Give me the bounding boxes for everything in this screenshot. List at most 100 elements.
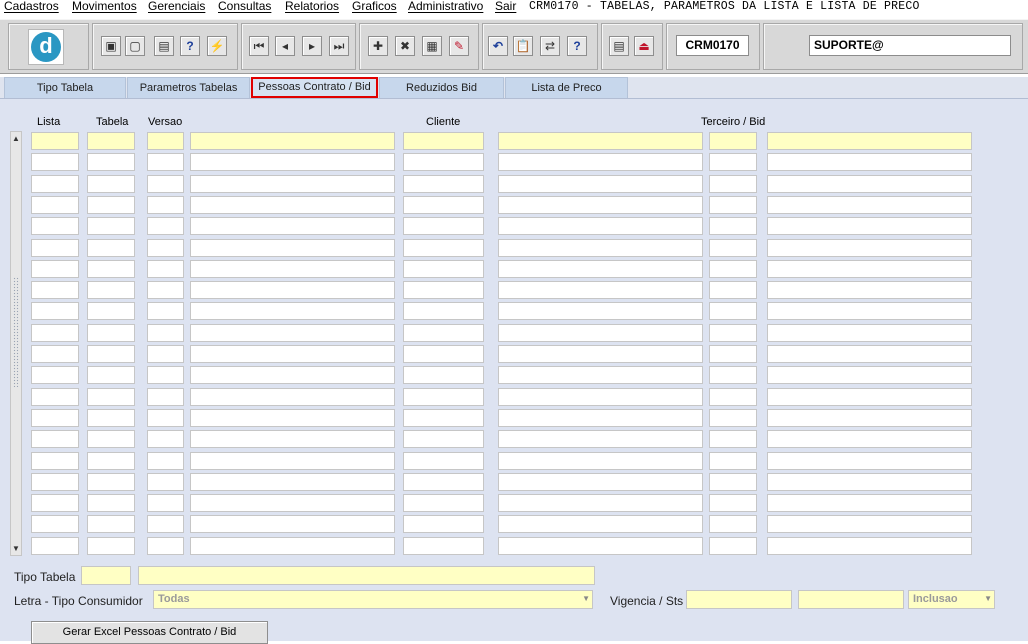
menu-sair[interactable]: Sair bbox=[495, 0, 516, 14]
cell-terceiro-nome[interactable] bbox=[767, 281, 972, 299]
clipboard-icon[interactable]: 📋 bbox=[513, 36, 533, 56]
cell-lista[interactable] bbox=[31, 345, 79, 363]
cell-versao[interactable] bbox=[147, 345, 184, 363]
scroll-grip[interactable] bbox=[13, 277, 19, 387]
cell-descricao[interactable] bbox=[190, 281, 395, 299]
cell-terceiro-nome[interactable] bbox=[767, 473, 972, 491]
help-icon[interactable]: ? bbox=[567, 36, 587, 56]
cell-tabela[interactable] bbox=[87, 175, 135, 193]
cell-terceiro-codigo[interactable] bbox=[709, 452, 757, 470]
cell-cliente-nome[interactable] bbox=[498, 366, 703, 384]
cell-cliente-nome[interactable] bbox=[498, 345, 703, 363]
cell-cliente-nome[interactable] bbox=[498, 515, 703, 533]
cell-versao[interactable] bbox=[147, 409, 184, 427]
cell-versao[interactable] bbox=[147, 281, 184, 299]
status-select[interactable]: Inclusao ▼ bbox=[908, 590, 995, 609]
cell-lista[interactable] bbox=[31, 430, 79, 448]
cell-tabela[interactable] bbox=[87, 388, 135, 406]
vigencia-end-field[interactable] bbox=[798, 590, 904, 609]
cell-terceiro-codigo[interactable] bbox=[709, 537, 757, 555]
cell-tabela[interactable] bbox=[87, 430, 135, 448]
cell-cliente-codigo[interactable] bbox=[403, 153, 484, 171]
scroll-up-icon[interactable]: ▲ bbox=[11, 133, 21, 145]
cell-terceiro-codigo[interactable] bbox=[709, 153, 757, 171]
cell-cliente-nome[interactable] bbox=[498, 473, 703, 491]
cell-versao[interactable] bbox=[147, 324, 184, 342]
cell-lista[interactable] bbox=[31, 281, 79, 299]
cell-cliente-codigo[interactable] bbox=[403, 239, 484, 257]
cell-terceiro-nome[interactable] bbox=[767, 409, 972, 427]
cell-cliente-codigo[interactable] bbox=[403, 366, 484, 384]
cell-tabela[interactable] bbox=[87, 196, 135, 214]
menu-administrativo[interactable]: Administrativo bbox=[408, 0, 483, 14]
record-info-icon[interactable]: ⇄ bbox=[540, 36, 560, 56]
cell-lista[interactable] bbox=[31, 196, 79, 214]
cell-tabela[interactable] bbox=[87, 260, 135, 278]
cell-terceiro-codigo[interactable] bbox=[709, 345, 757, 363]
cell-descricao[interactable] bbox=[190, 153, 395, 171]
cell-tabela[interactable] bbox=[87, 132, 135, 150]
cell-terceiro-codigo[interactable] bbox=[709, 302, 757, 320]
cell-lista[interactable] bbox=[31, 388, 79, 406]
cell-terceiro-nome[interactable] bbox=[767, 302, 972, 320]
cell-cliente-nome[interactable] bbox=[498, 452, 703, 470]
cell-descricao[interactable] bbox=[190, 473, 395, 491]
menu-relatorios[interactable]: Relatorios bbox=[285, 0, 339, 14]
cell-terceiro-codigo[interactable] bbox=[709, 430, 757, 448]
cell-tabela[interactable] bbox=[87, 473, 135, 491]
cell-terceiro-nome[interactable] bbox=[767, 452, 972, 470]
cell-terceiro-codigo[interactable] bbox=[709, 175, 757, 193]
cell-lista[interactable] bbox=[31, 239, 79, 257]
chevron-down-icon[interactable]: ▼ bbox=[582, 594, 590, 603]
cell-cliente-nome[interactable] bbox=[498, 537, 703, 555]
cell-terceiro-nome[interactable] bbox=[767, 388, 972, 406]
cell-descricao[interactable] bbox=[190, 260, 395, 278]
cell-cliente-codigo[interactable] bbox=[403, 260, 484, 278]
cell-cliente-nome[interactable] bbox=[498, 388, 703, 406]
cell-descricao[interactable] bbox=[190, 196, 395, 214]
cell-cliente-nome[interactable] bbox=[498, 239, 703, 257]
cell-cliente-nome[interactable] bbox=[498, 281, 703, 299]
cell-tabela[interactable] bbox=[87, 153, 135, 171]
cell-cliente-codigo[interactable] bbox=[403, 196, 484, 214]
cell-tabela[interactable] bbox=[87, 281, 135, 299]
menu-graficos[interactable]: Graficos bbox=[352, 0, 397, 14]
cell-tabela[interactable] bbox=[87, 217, 135, 235]
cell-terceiro-nome[interactable] bbox=[767, 175, 972, 193]
cell-versao[interactable] bbox=[147, 153, 184, 171]
cell-terceiro-nome[interactable] bbox=[767, 537, 972, 555]
cell-lista[interactable] bbox=[31, 302, 79, 320]
last-record-icon[interactable]: ⏭ bbox=[329, 36, 349, 56]
cell-lista[interactable] bbox=[31, 409, 79, 427]
cell-terceiro-nome[interactable] bbox=[767, 153, 972, 171]
tab-lista-de-preco[interactable]: Lista de Preco bbox=[505, 77, 628, 98]
cell-terceiro-codigo[interactable] bbox=[709, 324, 757, 342]
save-icon[interactable]: ▣ bbox=[101, 36, 121, 56]
cell-descricao[interactable] bbox=[190, 345, 395, 363]
cell-cliente-nome[interactable] bbox=[498, 302, 703, 320]
cell-versao[interactable] bbox=[147, 239, 184, 257]
cell-terceiro-codigo[interactable] bbox=[709, 366, 757, 384]
cell-terceiro-codigo[interactable] bbox=[709, 260, 757, 278]
cell-terceiro-codigo[interactable] bbox=[709, 217, 757, 235]
previous-record-icon[interactable]: ◂ bbox=[275, 36, 295, 56]
cell-terceiro-nome[interactable] bbox=[767, 494, 972, 512]
cell-versao[interactable] bbox=[147, 515, 184, 533]
cell-terceiro-nome[interactable] bbox=[767, 324, 972, 342]
cell-terceiro-codigo[interactable] bbox=[709, 473, 757, 491]
cell-terceiro-nome[interactable] bbox=[767, 345, 972, 363]
cell-lista[interactable] bbox=[31, 537, 79, 555]
cell-descricao[interactable] bbox=[190, 409, 395, 427]
cell-versao[interactable] bbox=[147, 452, 184, 470]
scroll-down-icon[interactable]: ▼ bbox=[11, 543, 21, 555]
cell-lista[interactable] bbox=[31, 366, 79, 384]
tab-reduzidos-bid[interactable]: Reduzidos Bid bbox=[379, 77, 504, 98]
cell-descricao[interactable] bbox=[190, 302, 395, 320]
cell-versao[interactable] bbox=[147, 537, 184, 555]
cell-lista[interactable] bbox=[31, 324, 79, 342]
cell-lista[interactable] bbox=[31, 153, 79, 171]
execute-query-icon[interactable]: ⚡ bbox=[207, 36, 227, 56]
print-icon[interactable]: ▤ bbox=[154, 36, 174, 56]
cell-terceiro-codigo[interactable] bbox=[709, 196, 757, 214]
cell-versao[interactable] bbox=[147, 302, 184, 320]
